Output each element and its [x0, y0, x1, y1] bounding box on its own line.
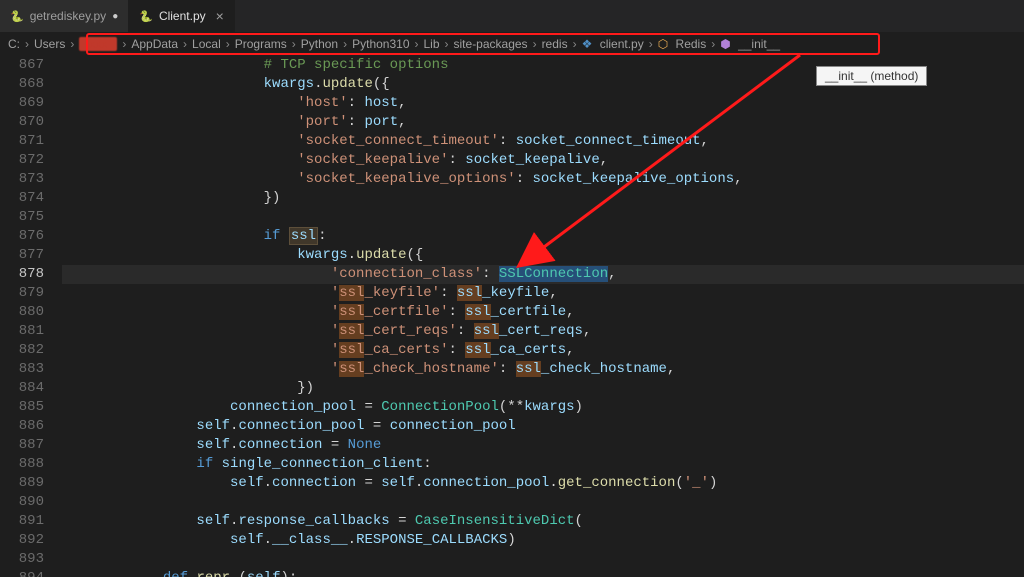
- code-line: 'ssl_cert_reqs': ssl_cert_reqs,: [62, 322, 1024, 341]
- method-icon: ⬢: [720, 37, 730, 51]
- tab-client[interactable]: 🐍 Client.py ×: [129, 0, 235, 32]
- breadcrumb-item[interactable]: site-packages: [454, 37, 528, 51]
- chevron-right-icon: ›: [183, 37, 187, 51]
- chevron-right-icon: ›: [292, 37, 296, 51]
- breadcrumb-item[interactable]: Python: [301, 37, 338, 51]
- chevron-right-icon: ›: [445, 37, 449, 51]
- file-icon: ❖: [582, 37, 593, 51]
- code-line: }): [62, 189, 1024, 208]
- python-file-icon: 🐍: [139, 10, 153, 23]
- line-number-gutter: 8678688698708718728738748758768778788798…: [0, 56, 62, 577]
- code-line: 'socket_connect_timeout': socket_connect…: [62, 132, 1024, 151]
- code-line: 'ssl_ca_certs': ssl_ca_certs,: [62, 341, 1024, 360]
- breadcrumb[interactable]: C: › Users › xxx › AppData › Local › Pro…: [0, 32, 1024, 56]
- code-line: if ssl:: [62, 227, 1024, 246]
- code-line: 'host': host,: [62, 94, 1024, 113]
- code-line: self.connection_pool = connection_pool: [62, 417, 1024, 436]
- chevron-right-icon: ›: [415, 37, 419, 51]
- tab-label: getrediskey.py: [30, 9, 106, 23]
- chevron-right-icon: ›: [122, 37, 126, 51]
- code-line: 'port': port,: [62, 113, 1024, 132]
- code-line: self.response_callbacks = CaseInsensitiv…: [62, 512, 1024, 531]
- modified-indicator: ●: [112, 11, 118, 22]
- breadcrumb-method[interactable]: ⬢ __init__: [720, 37, 780, 51]
- class-icon: ⬡: [658, 37, 668, 51]
- code-line: [62, 493, 1024, 512]
- breadcrumb-file[interactable]: ❖ client.py: [582, 37, 644, 51]
- code-line: 'socket_keepalive': socket_keepalive,: [62, 151, 1024, 170]
- breadcrumb-item[interactable]: C:: [8, 37, 20, 51]
- code-line: 'ssl_keyfile': ssl_keyfile,: [62, 284, 1024, 303]
- breadcrumb-item[interactable]: Lib: [424, 37, 440, 51]
- code-line: self.__class__.RESPONSE_CALLBACKS): [62, 531, 1024, 550]
- code-line: connection_pool = ConnectionPool(**kwarg…: [62, 398, 1024, 417]
- code-line: [62, 208, 1024, 227]
- code-line: kwargs.update({: [62, 246, 1024, 265]
- code-line: self.connection = self.connection_pool.g…: [62, 474, 1024, 493]
- breadcrumb-item[interactable]: AppData: [131, 37, 178, 51]
- chevron-right-icon: ›: [711, 37, 715, 51]
- breadcrumb-item[interactable]: redis: [542, 37, 568, 51]
- code-line: 'ssl_check_hostname': ssl_check_hostname…: [62, 360, 1024, 379]
- code-line: if single_connection_client:: [62, 455, 1024, 474]
- breadcrumb-item[interactable]: Users: [34, 37, 65, 51]
- code-area[interactable]: # TCP specific options kwargs.update({ '…: [62, 56, 1024, 577]
- chevron-right-icon: ›: [649, 37, 653, 51]
- code-line: def repr (self):: [62, 569, 1024, 577]
- code-line: kwargs.update({: [62, 75, 1024, 94]
- tab-getrediskey[interactable]: 🐍 getrediskey.py ●: [0, 0, 129, 32]
- code-line: # TCP specific options: [62, 56, 1024, 75]
- python-file-icon: 🐍: [10, 10, 24, 23]
- close-icon[interactable]: ×: [216, 8, 224, 24]
- tab-label: Client.py: [159, 9, 206, 23]
- chevron-right-icon: ›: [573, 37, 577, 51]
- chevron-right-icon: ›: [343, 37, 347, 51]
- chevron-right-icon: ›: [226, 37, 230, 51]
- chevron-right-icon: ›: [533, 37, 537, 51]
- breadcrumb-class[interactable]: ⬡ Redis: [658, 37, 707, 51]
- code-line: }): [62, 379, 1024, 398]
- breadcrumb-item[interactable]: Python310: [352, 37, 409, 51]
- breadcrumb-item[interactable]: Programs: [235, 37, 287, 51]
- breadcrumb-item-redacted[interactable]: xxx: [79, 37, 117, 51]
- code-line: self.connection = None: [62, 436, 1024, 455]
- breadcrumb-item[interactable]: Local: [192, 37, 221, 51]
- code-editor[interactable]: 8678688698708718728738748758768778788798…: [0, 56, 1024, 577]
- code-line-current: 'connection_class': SSLConnection,: [62, 265, 1024, 284]
- editor-tabs: 🐍 getrediskey.py ● 🐍 Client.py ×: [0, 0, 1024, 32]
- code-line: 'ssl_certfile': ssl_certfile,: [62, 303, 1024, 322]
- code-line: [62, 550, 1024, 569]
- chevron-right-icon: ›: [25, 37, 29, 51]
- chevron-right-icon: ›: [70, 37, 74, 51]
- code-line: 'socket_keepalive_options': socket_keepa…: [62, 170, 1024, 189]
